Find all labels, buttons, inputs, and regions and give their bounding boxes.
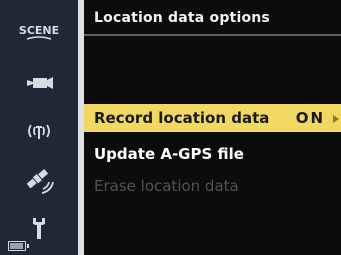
- menu-item-update-agps-file[interactable]: Update A-GPS file: [84, 140, 341, 168]
- menu-sidebar: SCENE: [0, 0, 78, 255]
- title-underline: [84, 34, 341, 36]
- network-icon[interactable]: [18, 114, 60, 148]
- scene-mode-label: SCENE: [19, 24, 59, 37]
- movie-camera-icon[interactable]: [18, 66, 60, 100]
- battery-icon: [8, 241, 29, 251]
- chevron-right-icon: [333, 115, 339, 123]
- scene-mode-icon[interactable]: SCENE: [18, 14, 60, 48]
- menu-item-erase-location-data: Erase location data: [84, 172, 341, 200]
- menu-item-label: Erase location data: [94, 177, 239, 195]
- menu-item-value: ON: [295, 109, 325, 127]
- menu-item-record-location-data[interactable]: Record location data ON: [84, 104, 341, 132]
- menu-item-label: Record location data: [94, 109, 270, 127]
- menu-item-label: Update A-GPS file: [94, 145, 244, 163]
- wrench-icon[interactable]: [18, 211, 60, 245]
- satellite-icon[interactable]: [18, 163, 60, 197]
- page-title: Location data options: [94, 10, 270, 26]
- camera-menu-screen: SCENE Location data options Record locat…: [0, 0, 341, 255]
